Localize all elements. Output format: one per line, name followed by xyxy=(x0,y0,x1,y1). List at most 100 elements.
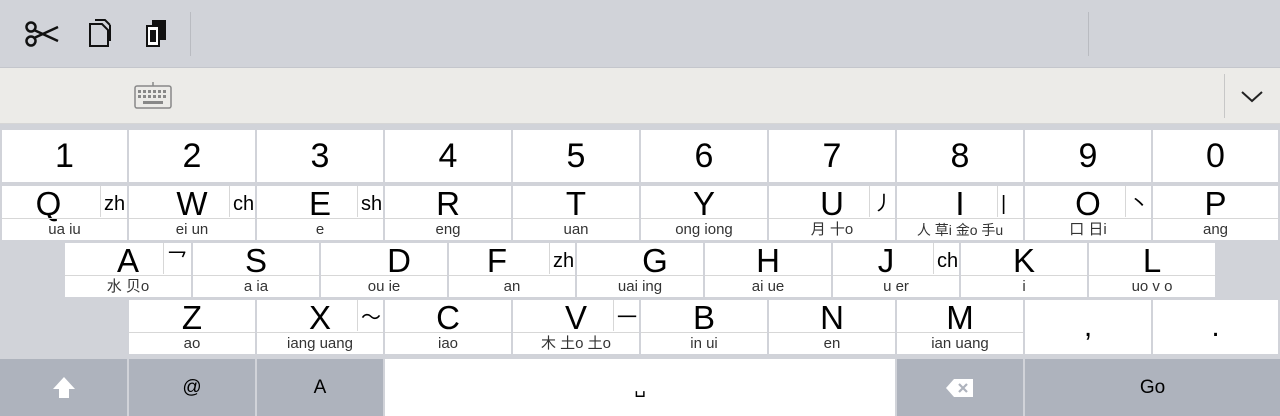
key-7[interactable]: 7 xyxy=(769,130,895,182)
key-sub-label: u er xyxy=(833,275,959,297)
key-g[interactable]: G uai ing xyxy=(577,243,703,297)
key-sub-label: ian uang xyxy=(897,332,1023,354)
keyboard-icon[interactable] xyxy=(134,82,172,115)
key-alt-label: ch xyxy=(933,243,958,274)
key-d[interactable]: D ou ie xyxy=(321,243,447,297)
key-sub-label: an xyxy=(449,275,575,297)
key-5[interactable]: 5 xyxy=(513,130,639,182)
key-f[interactable]: F zh an xyxy=(449,243,575,297)
key-alt-label: ch xyxy=(229,186,254,217)
key-label: Z xyxy=(181,299,203,336)
key-sub-label: 口 日i xyxy=(1025,218,1151,240)
key-label: D xyxy=(387,242,411,279)
key-label: M xyxy=(946,299,974,336)
key-1[interactable]: 1 xyxy=(2,130,127,182)
chevron-down-icon[interactable] xyxy=(1238,84,1266,113)
key-sub-label: e xyxy=(257,218,383,240)
key-sub-label: 木 土o 土o xyxy=(513,332,639,354)
key-8[interactable]: 8 xyxy=(897,130,1023,182)
key-0[interactable]: 0 xyxy=(1153,130,1278,182)
abc-key[interactable]: A xyxy=(257,359,383,416)
key-j[interactable]: J ch u er xyxy=(833,243,959,297)
key-r[interactable]: R eng xyxy=(385,186,511,240)
go-key[interactable]: Go xyxy=(1025,359,1280,416)
key-label: H xyxy=(756,242,780,279)
key-o[interactable]: O 丶 口 日i xyxy=(1025,186,1151,240)
key-b[interactable]: B in ui xyxy=(641,300,767,354)
key-label: K xyxy=(1012,242,1035,279)
key-u[interactable]: U 丿 月 十o xyxy=(769,186,895,240)
key-p[interactable]: P ang xyxy=(1153,186,1278,240)
key-h[interactable]: H ai ue xyxy=(705,243,831,297)
key-alt-label: sh xyxy=(357,186,382,217)
toolbar-divider xyxy=(190,12,191,56)
copy-icon[interactable] xyxy=(82,16,118,52)
key-sub-label: ai ue xyxy=(705,275,831,297)
key-label: F xyxy=(486,242,508,279)
key-n[interactable]: N en xyxy=(769,300,895,354)
key-i[interactable]: I | 人 草i 金o 手u xyxy=(897,186,1023,240)
key-label: C xyxy=(436,299,460,336)
key-sub-label: i xyxy=(961,275,1087,297)
key-y[interactable]: Y ong iong xyxy=(641,186,767,240)
scissors-icon[interactable] xyxy=(24,16,60,52)
key-9[interactable]: 9 xyxy=(1025,130,1151,182)
key-v[interactable]: V 一 木 土o 土o xyxy=(513,300,639,354)
key-x[interactable]: X ～ iang uang xyxy=(257,300,383,354)
paste-icon[interactable] xyxy=(138,16,174,52)
candidate-divider xyxy=(1224,74,1225,118)
key-sub-label: 人 草i 金o 手u xyxy=(897,218,1023,240)
key-label: L xyxy=(1142,242,1162,279)
key-alt-label: zh xyxy=(549,243,574,274)
key-alt-label: 一 xyxy=(613,300,637,331)
key-s[interactable]: S a ia xyxy=(193,243,319,297)
key-sub-label: 月 十o xyxy=(769,218,895,240)
key-q[interactable]: Q zh ua iu xyxy=(2,186,127,240)
key-3[interactable]: 3 xyxy=(257,130,383,182)
key-alt-label: zh xyxy=(100,186,125,217)
delete-key[interactable] xyxy=(897,359,1023,416)
key-label: R xyxy=(436,185,460,222)
key-l[interactable]: L uo v o xyxy=(1089,243,1215,297)
key-comma[interactable]: , xyxy=(1025,300,1151,354)
key-c[interactable]: C iao xyxy=(385,300,511,354)
key-label: T xyxy=(565,185,587,222)
at-key[interactable]: @ xyxy=(129,359,255,416)
key-4[interactable]: 4 xyxy=(385,130,511,182)
key-e[interactable]: E sh e xyxy=(257,186,383,240)
key-sub-label: iao xyxy=(385,332,511,354)
key-label: Q xyxy=(35,185,62,222)
key-sub-label: eng xyxy=(385,218,511,240)
key-2[interactable]: 2 xyxy=(129,130,255,182)
toolbar-divider xyxy=(1088,12,1089,56)
delete-icon xyxy=(946,378,973,397)
key-alt-label: 丿 xyxy=(869,186,893,217)
key-label: J xyxy=(877,242,895,279)
key-t[interactable]: T uan xyxy=(513,186,639,240)
key-sub-label: ou ie xyxy=(321,275,447,297)
key-label: S xyxy=(244,242,267,279)
key-label: P xyxy=(1204,185,1227,222)
key-alt-label: | xyxy=(997,186,1006,217)
key-alt-label: ～ xyxy=(357,300,381,331)
key-z[interactable]: Z ao xyxy=(129,300,255,354)
candidate-bar xyxy=(0,68,1280,124)
key-sub-label: en xyxy=(769,332,895,354)
shift-key[interactable] xyxy=(0,359,127,416)
space-key[interactable]: ␣ xyxy=(385,359,895,416)
key-sub-label: ang xyxy=(1153,218,1278,240)
key-sub-label: ei un xyxy=(129,218,255,240)
key-period[interactable]: . xyxy=(1153,300,1278,354)
key-sub-label: iang uang xyxy=(257,332,383,354)
key-sub-label: ua iu xyxy=(2,218,127,240)
key-a[interactable]: A 乛 水 贝o xyxy=(65,243,191,297)
key-m[interactable]: M ian uang xyxy=(897,300,1023,354)
key-6[interactable]: 6 xyxy=(641,130,767,182)
key-w[interactable]: W ch ei un xyxy=(129,186,255,240)
key-alt-label: 乛 xyxy=(163,243,187,274)
key-label: G xyxy=(642,242,668,279)
key-sub-label: in ui xyxy=(641,332,767,354)
key-label: Y xyxy=(692,185,715,222)
editing-toolbar xyxy=(0,0,1280,68)
key-k[interactable]: K i xyxy=(961,243,1087,297)
